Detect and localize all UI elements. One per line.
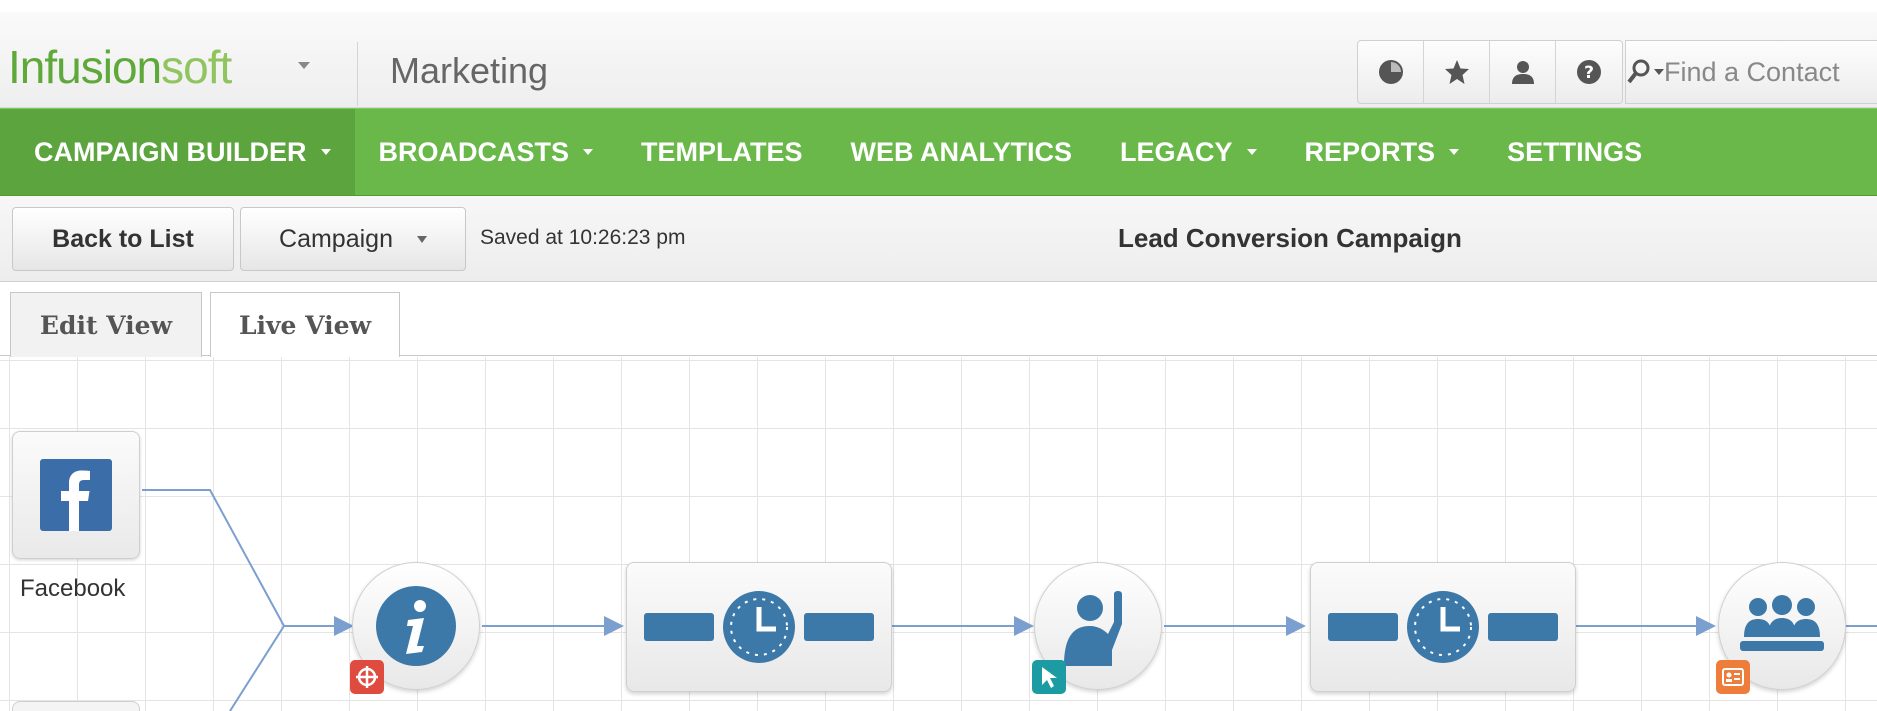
chevron-down-icon [1653,69,1664,75]
help-icon: ? [1577,60,1601,84]
star-icon [1444,60,1469,84]
facebook-icon [40,459,112,531]
nav-campaign-builder[interactable]: CAMPAIGN BUILDER [0,109,355,195]
nav-label: CAMPAIGN BUILDER [34,136,307,167]
info-icon [376,586,456,666]
clock-icon [1378,60,1403,84]
infusionsoft-logo[interactable]: Infusion soft [8,40,232,94]
section-title: Marketing [390,50,549,91]
chevron-down-icon [1246,149,1257,155]
chevron-down-icon [320,149,331,155]
chevron-down-icon [416,235,427,243]
nav-label: REPORTS [1304,136,1436,167]
nav-templates[interactable]: TEMPLATES [617,109,827,195]
nav-legacy[interactable]: LEGACY [1096,109,1281,195]
facebook-source-node[interactable] [12,431,140,559]
group-icon [1740,595,1824,651]
contact-card-badge-icon [1716,660,1750,694]
campaign-menu-button[interactable]: Campaign [240,207,466,271]
header-divider [357,42,358,106]
top-header: Infusion soft Marketing ? [0,0,1877,108]
sequence-connectors [142,489,1877,711]
view-tabs: Edit View Live View [0,282,1877,357]
nav-label: TEMPLATES [641,136,803,167]
sequence-timer-icon [1328,591,1558,663]
nav-label: SETTINGS [1507,136,1643,167]
search-icon [1626,59,1649,84]
svg-text:?: ? [1584,63,1594,83]
secondary-source-node[interactable] [12,701,140,711]
save-status: Saved at 10:26:23 pm [480,226,686,249]
nav-reports[interactable]: REPORTS [1281,109,1484,195]
favorites-button[interactable] [1424,41,1490,103]
chevron-down-icon [583,149,594,155]
campaign-title: Lead Conversion Campaign [1118,223,1462,253]
tab-edit-view[interactable]: Edit View [10,292,202,357]
campaign-menu-label: Campaign [279,224,393,253]
campaign-canvas[interactable]: Facebook [0,357,1877,711]
timer-sequence-node[interactable] [626,562,892,692]
nav-label: LEGACY [1120,136,1233,167]
recent-button[interactable] [1358,41,1424,103]
logo-text-light: soft [161,41,232,93]
main-nav: CAMPAIGN BUILDER BROADCASTS TEMPLATES WE… [0,108,1877,196]
chevron-down-icon [1449,149,1460,155]
sequence-timer-icon [644,591,874,663]
target-badge-icon [350,660,384,694]
nav-settings[interactable]: SETTINGS [1483,109,1666,195]
user-icon [1511,61,1534,84]
tab-live-view[interactable]: Live View [210,292,400,357]
nav-broadcasts[interactable]: BROADCASTS [355,109,618,195]
nav-label: WEB ANALYTICS [850,136,1073,167]
header-icon-bar: ? [1357,40,1623,104]
nav-label: BROADCASTS [378,136,570,167]
contact-search[interactable] [1625,40,1877,104]
search-input[interactable] [1664,56,1877,88]
user-button[interactable] [1490,41,1556,103]
cursor-badge-icon [1032,660,1066,694]
timer-sequence-node[interactable] [1310,562,1576,692]
hand-raise-icon [1064,591,1122,666]
help-button[interactable]: ? [1556,41,1622,103]
facebook-label: Facebook [20,575,126,602]
search-scope-dropdown[interactable] [1626,59,1664,85]
app-menu-caret-icon[interactable] [298,62,310,69]
campaign-toolbar: Back to List Campaign Saved at 10:26:23 … [0,196,1877,282]
logo-text-bold: Infusion [8,41,162,93]
nav-web-analytics[interactable]: WEB ANALYTICS [827,109,1097,195]
back-to-list-button[interactable]: Back to List [12,207,234,271]
